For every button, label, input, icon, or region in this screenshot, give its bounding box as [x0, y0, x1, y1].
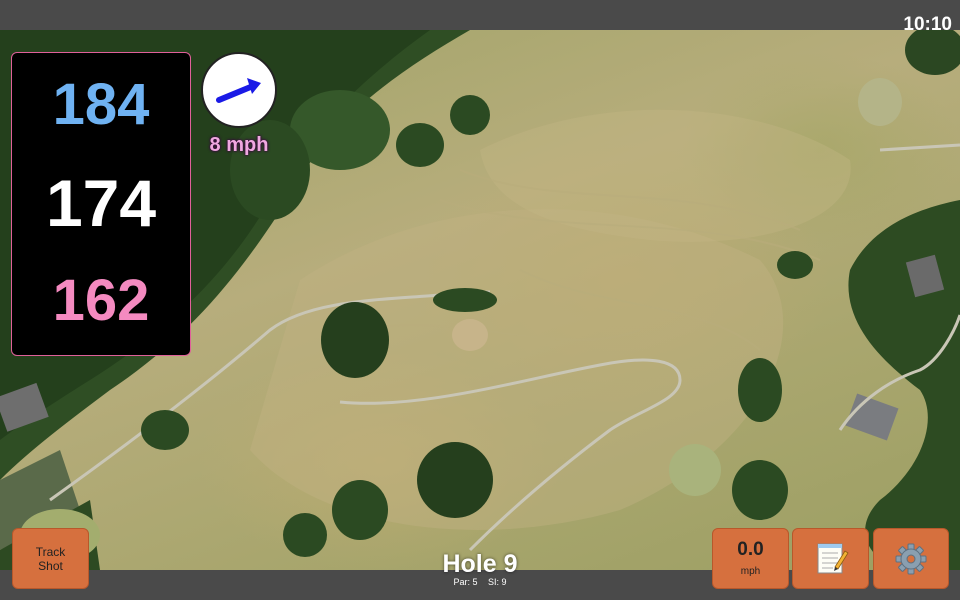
distance-panel: 184 174 162	[11, 52, 191, 356]
hole-par: Par: 5	[453, 577, 478, 587]
speed-unit: mph	[740, 566, 761, 577]
track-shot-label: Track Shot	[35, 545, 66, 573]
back-distance: 184	[52, 72, 150, 137]
middle-distance: 174	[45, 166, 157, 240]
course-map[interactable]: 184 174 162 8 mph	[0, 30, 960, 570]
front-distance: 162	[52, 268, 150, 333]
hole-info: Par: 5 SI: 9	[380, 577, 580, 587]
notes-button[interactable]	[792, 528, 869, 589]
gear-icon	[895, 543, 927, 575]
track-shot-button[interactable]: Track Shot	[12, 528, 89, 589]
speed-button[interactable]: 0.0 mph	[712, 528, 789, 589]
wind-speed-label: 8 mph	[209, 134, 269, 156]
hole-title: Hole 9	[442, 550, 518, 578]
wind-arrow-icon	[216, 78, 261, 103]
notepad-icon	[817, 543, 849, 574]
speed-value: 0.0	[737, 539, 764, 560]
hole-stroke-index: SI: 9	[488, 577, 507, 587]
status-bar: 10:10	[0, 0, 960, 35]
settings-button[interactable]	[873, 528, 949, 589]
wind-indicator	[201, 52, 277, 128]
